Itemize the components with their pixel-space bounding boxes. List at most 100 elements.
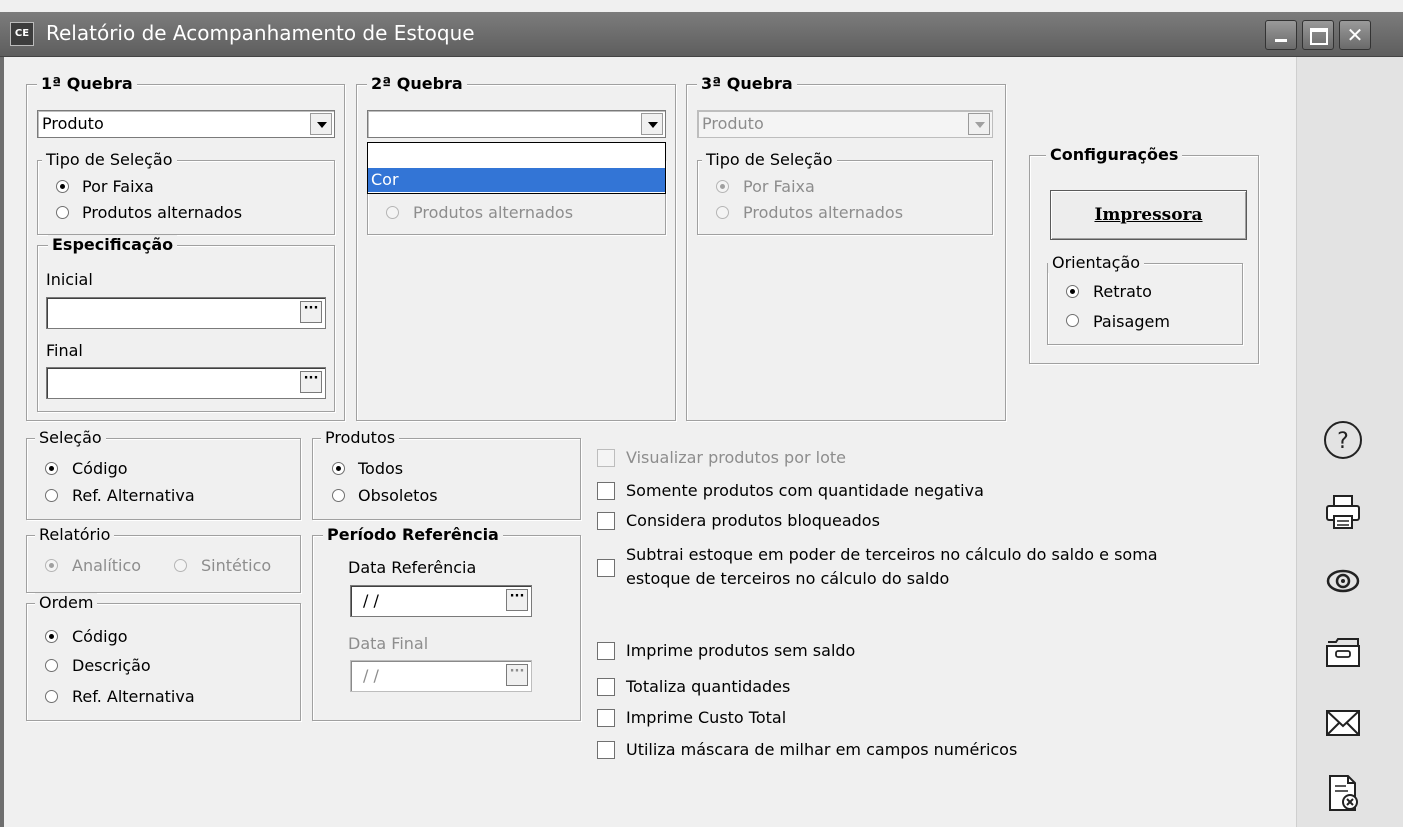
periodo-title: Período Referência (323, 525, 503, 545)
ordem-radio-codigo[interactable] (45, 630, 58, 643)
final-label: Final (46, 341, 83, 360)
help-button[interactable]: ? (1322, 419, 1364, 461)
quebra1-combo[interactable]: Produto (37, 110, 335, 138)
data-referencia-label: Data Referência (348, 558, 477, 577)
ellipsis-icon: ··· (506, 664, 528, 686)
quebra1-title: 1ª Quebra (37, 74, 137, 94)
quebra1-combo-value: Produto (42, 114, 104, 133)
close-report-icon (1329, 775, 1358, 811)
ordem-title: Ordem (35, 593, 98, 613)
close-button[interactable]: ✕ (1339, 20, 1371, 50)
close-report-button[interactable] (1322, 772, 1364, 814)
selecao-radio-ref-alternativa[interactable] (45, 489, 58, 502)
quebra1-label-produtos-alternados: Produtos alternados (82, 203, 243, 222)
orient-radio-retrato[interactable] (1066, 285, 1079, 298)
data-final-label: Data Final (348, 634, 429, 653)
data-final-field: / / ··· (350, 660, 532, 692)
produtos-group: Produtos (312, 428, 581, 520)
maximize-icon (1310, 28, 1328, 45)
preview-eye-icon (1326, 569, 1360, 593)
selecao-label-ref-alternativa: Ref. Alternativa (72, 486, 195, 505)
config-title: Configurações (1046, 145, 1183, 165)
produtos-label-obsoletos: Obsoletos (358, 486, 438, 505)
quebra3-radio-por-faixa (716, 180, 729, 193)
ordem-radio-descricao[interactable] (45, 659, 58, 672)
checkbox-totaliza[interactable] (597, 678, 615, 696)
relatorio-radio-analitico (45, 559, 58, 572)
chevron-down-icon[interactable] (641, 113, 663, 135)
quebra2-combo[interactable] (367, 110, 666, 138)
quebra3-label-por-faixa: Por Faixa (743, 177, 815, 196)
preview-button[interactable] (1322, 560, 1364, 602)
help-icon: ? (1324, 421, 1362, 459)
ordem-radio-ref-alternativa[interactable] (45, 690, 58, 703)
chevron-down-icon[interactable] (310, 113, 332, 135)
checkbox-subtrai-terceiros[interactable] (597, 559, 615, 577)
produtos-radio-obsoletos[interactable] (332, 489, 345, 502)
quebra1-radio-por-faixa[interactable] (56, 180, 69, 193)
label-custo-total: Imprime Custo Total (626, 708, 787, 727)
selecao-group: Seleção (26, 428, 301, 520)
app-icon: CE (10, 22, 34, 46)
data-referencia-field[interactable]: / / ··· (350, 585, 532, 617)
report-window: CE Relatório de Acompanhamento de Estoqu… (0, 0, 1403, 827)
chevron-down-icon (968, 113, 990, 135)
inicial-field[interactable]: ··· (46, 297, 326, 329)
window-title: Relatório de Acompanhamento de Estoque (46, 21, 475, 45)
quebra2-title: 2ª Quebra (367, 74, 467, 94)
dropdown-option-cor[interactable]: Cor (368, 168, 665, 192)
ordem-label-ref-alternativa: Ref. Alternativa (72, 687, 195, 706)
data-referencia-value: / / (363, 591, 379, 610)
close-icon: ✕ (1346, 23, 1364, 47)
ellipsis-icon[interactable]: ··· (506, 589, 528, 611)
quebra3-tipo-title: Tipo de Seleção (702, 150, 837, 170)
quebra3-combo: Produto (697, 110, 993, 138)
orientacao-title: Orientação (1048, 253, 1145, 273)
data-final-value: / / (363, 666, 379, 685)
orient-label-retrato: Retrato (1093, 282, 1152, 301)
dropdown-option-blank[interactable] (368, 144, 665, 168)
quebra1-tipo-group: Tipo de Seleção (37, 150, 335, 235)
checkbox-quantidade-negativa[interactable] (597, 482, 615, 500)
quebra1-label-por-faixa: Por Faixa (82, 177, 154, 196)
svg-text:?: ? (1337, 429, 1349, 454)
checkbox-custo-total[interactable] (597, 709, 615, 727)
checkbox-mascara-milhar[interactable] (597, 741, 615, 759)
archive-button[interactable] (1322, 632, 1364, 674)
relatorio-label-analitico: Analítico (72, 556, 142, 575)
selecao-label-codigo: Código (72, 459, 128, 478)
checkbox-produtos-bloqueados[interactable] (597, 512, 615, 530)
quebra3-tipo-group: Tipo de Seleção (697, 150, 993, 235)
title-bar: CE Relatório de Acompanhamento de Estoqu… (0, 12, 1403, 57)
final-field[interactable]: ··· (46, 367, 326, 399)
email-button[interactable] (1322, 702, 1364, 744)
especificacao-title: Especificação (48, 235, 178, 255)
quebra1-radio-produtos-alternados[interactable] (56, 206, 69, 219)
quebra1-tipo-title: Tipo de Seleção (42, 150, 177, 170)
orientacao-group: Orientação (1047, 253, 1243, 345)
label-produtos-bloqueados: Considera produtos bloqueados (626, 511, 880, 530)
ellipsis-icon[interactable]: ··· (300, 371, 322, 393)
minimize-button[interactable] (1265, 20, 1297, 50)
maximize-button[interactable] (1302, 20, 1334, 50)
ordem-label-descricao: Descrição (72, 656, 151, 675)
label-totaliza: Totaliza quantidades (626, 677, 791, 696)
ellipsis-icon[interactable]: ··· (300, 301, 322, 323)
relatorio-title: Relatório (35, 525, 115, 545)
print-button[interactable] (1322, 492, 1364, 534)
ordem-label-codigo: Código (72, 627, 128, 646)
label-mascara-milhar: Utiliza máscara de milhar em campos numé… (626, 740, 1018, 759)
label-sem-saldo: Imprime produtos sem saldo (626, 641, 856, 660)
selecao-title: Seleção (35, 428, 106, 448)
window-border (0, 57, 4, 827)
selecao-radio-codigo[interactable] (45, 462, 58, 475)
orient-radio-paisagem[interactable] (1066, 314, 1079, 327)
quebra3-title: 3ª Quebra (697, 74, 797, 94)
checkbox-sem-saldo[interactable] (597, 642, 615, 660)
quebra3-radio-produtos-alternados (716, 206, 729, 219)
inicial-label: Inicial (46, 270, 93, 289)
quebra2-label-produtos-alternados: Produtos alternados (413, 203, 574, 222)
quebra3-label-produtos-alternados: Produtos alternados (743, 203, 904, 222)
produtos-radio-todos[interactable] (332, 462, 345, 475)
impressora-button[interactable]: Impressora (1050, 190, 1247, 240)
